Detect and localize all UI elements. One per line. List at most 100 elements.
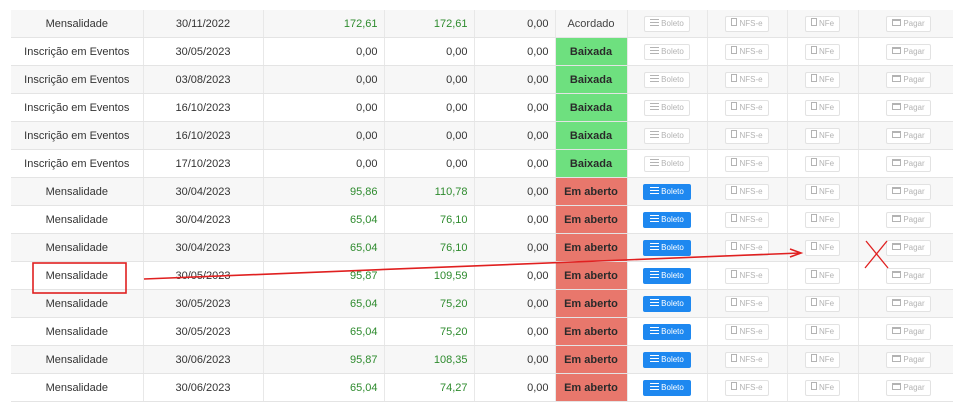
nfse-cell: NFS-e — [707, 10, 788, 38]
file-icon — [731, 242, 738, 251]
nfse-cell: NFS-e — [707, 93, 788, 122]
amount-cell: 65,04 — [263, 205, 385, 234]
pagar-button[interactable]: Pagar — [886, 127, 931, 144]
pagar-button[interactable]: Pagar — [886, 379, 931, 396]
boleto-button[interactable]: Boleto — [644, 127, 690, 144]
pagar-cell: Pagar — [858, 177, 953, 206]
amount-cell: 95,87 — [263, 261, 385, 290]
description-cell: Inscrição em Eventos — [11, 149, 144, 178]
nfe-button[interactable]: NFe — [804, 211, 841, 228]
pagar-button[interactable]: Pagar — [886, 43, 931, 60]
nfse-button[interactable]: NFS-e — [725, 267, 769, 284]
boleto-cell: Boleto — [627, 289, 708, 318]
boleto-button[interactable]: Boleto — [644, 155, 690, 172]
file-icon — [810, 326, 817, 335]
table-row: Mensalidade 30/05/2023 65,04 75,20 0,00 … — [11, 317, 953, 346]
nfe-button[interactable]: NFe — [804, 351, 841, 368]
nfe-label: NFe — [818, 298, 835, 308]
pagar-label: Pagar — [903, 158, 925, 168]
pagar-button[interactable]: Pagar — [886, 71, 931, 88]
nfe-button[interactable]: NFe — [804, 99, 841, 116]
pagar-button[interactable]: Pagar — [886, 295, 931, 312]
nfse-label: NFS-e — [739, 130, 763, 140]
nfe-button[interactable]: NFe — [804, 323, 841, 340]
due-date-cell: 16/10/2023 — [143, 121, 264, 150]
nfe-button[interactable]: NFe — [804, 43, 841, 60]
file-icon — [810, 18, 817, 27]
boleto-cell: Boleto — [627, 93, 708, 122]
nfse-cell: NFS-e — [707, 233, 788, 262]
nfe-cell: NFe — [787, 121, 859, 150]
pagar-label: Pagar — [903, 242, 925, 252]
pagar-label: Pagar — [903, 214, 925, 224]
boleto-cell: Boleto — [627, 205, 708, 234]
nfse-button[interactable]: NFS-e — [725, 15, 769, 32]
status-badge: Em aberto — [555, 317, 628, 346]
nfe-button[interactable]: NFe — [804, 183, 841, 200]
boleto-button[interactable]: Boleto — [644, 71, 690, 88]
boleto-button[interactable]: Boleto — [643, 351, 691, 368]
nfe-button[interactable]: NFe — [804, 155, 841, 172]
nfe-button[interactable]: NFe — [804, 239, 841, 256]
nfse-button[interactable]: NFS-e — [725, 295, 769, 312]
boleto-button[interactable]: Boleto — [643, 183, 691, 200]
nfse-button[interactable]: NFS-e — [725, 127, 769, 144]
pagar-button[interactable]: Pagar — [886, 239, 931, 256]
boleto-button[interactable]: Boleto — [644, 99, 690, 116]
boleto-cell: Boleto — [627, 345, 708, 374]
boleto-button[interactable]: Boleto — [643, 239, 691, 256]
boleto-button[interactable]: Boleto — [644, 43, 690, 60]
nfse-cell: NFS-e — [707, 205, 788, 234]
nfse-button[interactable]: NFS-e — [725, 183, 769, 200]
boleto-label: Boleto — [661, 326, 684, 336]
nfse-button[interactable]: NFS-e — [725, 239, 769, 256]
pagar-button[interactable]: Pagar — [886, 183, 931, 200]
boleto-button[interactable]: Boleto — [643, 211, 691, 228]
nfse-button[interactable]: NFS-e — [725, 351, 769, 368]
status-badge: Em aberto — [555, 205, 628, 234]
nfe-button[interactable]: NFe — [804, 15, 841, 32]
nfse-button[interactable]: NFS-e — [725, 211, 769, 228]
boleto-button[interactable]: Boleto — [643, 267, 691, 284]
table-row: Mensalidade 30/04/2023 65,04 76,10 0,00 … — [11, 205, 953, 234]
file-icon — [731, 46, 738, 55]
status-badge: Em aberto — [555, 289, 628, 318]
description-cell: Mensalidade — [11, 345, 144, 374]
boleto-button[interactable]: Boleto — [643, 379, 691, 396]
nfe-button[interactable]: NFe — [804, 379, 841, 396]
nfe-button[interactable]: NFe — [804, 267, 841, 284]
pagar-button[interactable]: Pagar — [886, 211, 931, 228]
nfe-button[interactable]: NFe — [804, 71, 841, 88]
nfe-label: NFe — [818, 158, 835, 168]
boleto-label: Boleto — [661, 186, 684, 196]
nfe-button[interactable]: NFe — [804, 295, 841, 312]
discount-cell: 0,00 — [474, 65, 556, 94]
boleto-button[interactable]: Boleto — [643, 295, 691, 312]
nfse-button[interactable]: NFS-e — [725, 379, 769, 396]
boleto-button[interactable]: Boleto — [643, 323, 691, 340]
file-icon — [810, 270, 817, 279]
boleto-button[interactable]: Boleto — [644, 15, 690, 32]
file-icon — [731, 130, 738, 139]
amount-cell: 0,00 — [263, 37, 385, 66]
pagar-button[interactable]: Pagar — [886, 155, 931, 172]
pagar-cell: Pagar — [858, 37, 953, 66]
nfse-button[interactable]: NFS-e — [725, 71, 769, 88]
pagar-button[interactable]: Pagar — [886, 267, 931, 284]
nfse-label: NFS-e — [739, 158, 763, 168]
nfse-button[interactable]: NFS-e — [725, 99, 769, 116]
nfe-button[interactable]: NFe — [804, 127, 841, 144]
pagar-button[interactable]: Pagar — [886, 15, 931, 32]
nfse-button[interactable]: NFS-e — [725, 155, 769, 172]
nfse-button[interactable]: NFS-e — [725, 323, 769, 340]
due-date-cell: 30/05/2023 — [143, 37, 264, 66]
discount-cell: 0,00 — [474, 261, 556, 290]
nfse-label: NFS-e — [739, 242, 763, 252]
pagar-button[interactable]: Pagar — [886, 351, 931, 368]
table-row: Inscrição em Eventos 03/08/2023 0,00 0,0… — [11, 65, 953, 94]
boleto-label: Boleto — [661, 130, 684, 140]
pagar-button[interactable]: Pagar — [886, 99, 931, 116]
pagar-label: Pagar — [903, 382, 925, 392]
nfse-button[interactable]: NFS-e — [725, 43, 769, 60]
pagar-button[interactable]: Pagar — [886, 323, 931, 340]
